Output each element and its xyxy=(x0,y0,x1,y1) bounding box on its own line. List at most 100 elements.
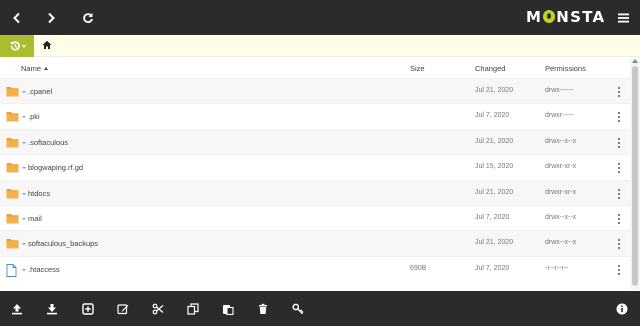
file-permissions: drwx--x--x xyxy=(545,137,577,145)
file-row[interactable]: mail Jul 7, 2020 drwx--x--x xyxy=(0,204,630,231)
file-changed-date: Jul 7, 2020 xyxy=(475,213,510,221)
scroll-up-arrow[interactable] xyxy=(632,59,638,63)
path-bar xyxy=(0,35,640,57)
caret-down-icon xyxy=(22,192,26,195)
file-name[interactable]: blogwaping.rf.gd xyxy=(22,163,83,172)
new-item-icon xyxy=(82,303,94,315)
cut-button[interactable] xyxy=(150,301,166,317)
file-changed-date: Jul 7, 2020 xyxy=(475,112,510,120)
info-icon xyxy=(616,303,628,315)
size-column-header[interactable]: Size xyxy=(410,64,425,73)
caret-down-icon xyxy=(22,243,26,246)
bottom-toolbar xyxy=(0,291,640,326)
delete-button[interactable] xyxy=(255,301,271,317)
file-name[interactable]: .pki xyxy=(22,112,40,121)
edit-button[interactable] xyxy=(115,301,131,317)
file-row[interactable]: .pki Jul 7, 2020 drwxr----- xyxy=(0,103,630,129)
key-icon xyxy=(292,303,304,315)
file-permissions: drwx------ xyxy=(545,87,574,94)
refresh-icon xyxy=(83,13,93,23)
upload-icon xyxy=(12,304,22,315)
file-name[interactable]: .htaccess xyxy=(22,265,60,274)
file-changed-date: Jul 21, 2020 xyxy=(475,87,514,94)
folder-icon xyxy=(6,137,19,150)
info-button[interactable] xyxy=(614,301,630,317)
top-toolbar: M NSTA xyxy=(0,0,640,35)
folder-icon xyxy=(6,162,19,175)
file-icon xyxy=(6,263,17,279)
file-list: .cpanel Jul 21, 2020 drwx------ .pki Jul 7, … xyxy=(0,78,630,282)
file-permissions: drwx--x--x xyxy=(545,213,577,221)
home-button[interactable] xyxy=(42,40,54,52)
caret-down-icon xyxy=(21,44,26,48)
caret-down-icon xyxy=(22,217,26,220)
paste-button[interactable] xyxy=(220,301,236,317)
file-row[interactable]: .cpanel Jul 21, 2020 drwx------ xyxy=(0,78,630,104)
file-list-header: Name Size Changed Permissions xyxy=(0,58,630,78)
back-button[interactable] xyxy=(7,8,27,28)
copy-button[interactable] xyxy=(185,301,201,317)
permissions-column-header[interactable]: Permissions xyxy=(545,64,586,73)
changed-column-header[interactable]: Changed xyxy=(475,64,505,73)
folder-icon xyxy=(6,111,19,124)
more-options-icon[interactable] xyxy=(616,188,622,199)
file-permissions: drwxr----- xyxy=(545,112,574,120)
folder-icon xyxy=(6,188,19,201)
caret-down-icon xyxy=(22,91,26,93)
sort-ascending-icon xyxy=(44,67,49,70)
history-button[interactable] xyxy=(0,35,34,57)
file-row[interactable]: htdocs Jul 21, 2020 drwxr-xr-x xyxy=(0,179,630,205)
cut-icon xyxy=(152,303,164,315)
copy-icon xyxy=(187,303,199,315)
download-icon xyxy=(47,304,57,315)
file-changed-date: Jul 7, 2020 xyxy=(475,264,510,272)
folder-icon xyxy=(6,86,19,99)
permissions-button[interactable] xyxy=(290,301,306,317)
folder-icon xyxy=(6,238,19,251)
more-options-icon[interactable] xyxy=(616,239,622,250)
file-size: 690B xyxy=(410,264,427,272)
file-name[interactable]: mail xyxy=(22,214,42,223)
monsta-logo: M NSTA xyxy=(526,8,606,26)
file-row[interactable]: blogwaping.rf.gd Jul 15, 2020 drwxr-xr-x xyxy=(0,154,630,180)
file-name[interactable]: .cpanel xyxy=(22,87,52,96)
paste-icon xyxy=(223,305,234,315)
more-options-icon[interactable] xyxy=(616,213,622,224)
more-options-icon[interactable] xyxy=(616,112,622,123)
download-button[interactable] xyxy=(44,301,60,317)
file-changed-date: Jul 21, 2020 xyxy=(475,239,514,247)
caret-down-icon xyxy=(22,141,26,144)
file-row[interactable]: .htaccess 690B Jul 7, 2020 -r--r--r-- xyxy=(0,255,630,282)
caret-down-icon xyxy=(22,116,26,119)
chevron-right-icon xyxy=(48,12,55,24)
scrollbar-thumb[interactable] xyxy=(632,66,638,286)
file-permissions: -r--r--r-- xyxy=(545,264,569,272)
file-row[interactable]: .softaculous Jul 21, 2020 drwx--x--x xyxy=(0,128,630,155)
file-permissions: drwxr-xr-x xyxy=(545,188,577,196)
file-name[interactable]: htdocs xyxy=(22,189,50,198)
caret-down-icon xyxy=(22,167,26,170)
file-permissions: drwx--x--x xyxy=(545,239,577,247)
caret-down-icon xyxy=(22,268,26,271)
history-icon xyxy=(9,41,20,51)
new-item-button[interactable] xyxy=(80,301,96,317)
hamburger-menu-icon xyxy=(617,13,629,23)
more-options-icon[interactable] xyxy=(616,87,622,97)
forward-button[interactable] xyxy=(41,8,61,28)
file-name[interactable]: .softaculous xyxy=(22,138,68,147)
file-changed-date: Jul 21, 2020 xyxy=(475,137,514,145)
refresh-button[interactable] xyxy=(78,8,98,28)
file-row[interactable]: softaculous_backups Jul 21, 2020 drwx--x--… xyxy=(0,230,630,256)
more-options-icon[interactable] xyxy=(616,163,622,174)
name-column-header[interactable]: Name xyxy=(21,64,49,73)
upload-button[interactable] xyxy=(9,301,25,317)
file-permissions: drwxr-xr-x xyxy=(545,163,577,171)
more-options-icon[interactable] xyxy=(616,264,622,275)
home-icon xyxy=(42,40,52,49)
folder-icon xyxy=(6,213,19,226)
edit-icon xyxy=(117,304,129,315)
menu-button[interactable] xyxy=(613,8,633,28)
file-name[interactable]: softaculous_backups xyxy=(22,239,98,248)
file-changed-date: Jul 15, 2020 xyxy=(475,163,514,171)
more-options-icon[interactable] xyxy=(616,137,622,148)
